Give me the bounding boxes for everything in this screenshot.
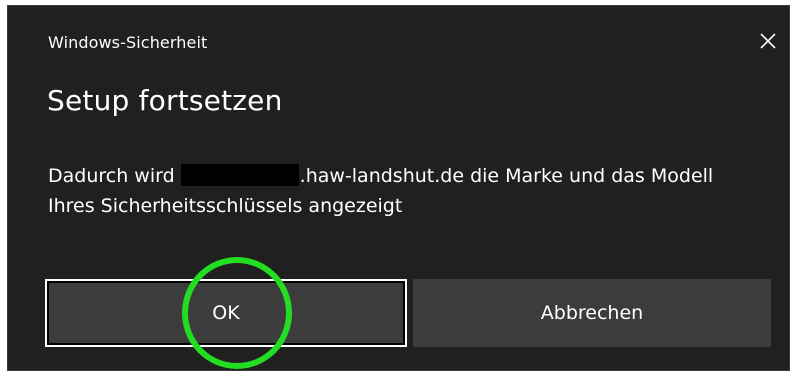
cancel-button-label: Abbrechen <box>540 302 644 324</box>
message-text-before: Dadurch wird <box>48 165 175 187</box>
ok-button-label: OK <box>212 302 240 324</box>
windows-security-dialog: Windows-Sicherheit Setup fortsetzen Dadu… <box>7 5 790 371</box>
close-button[interactable] <box>753 24 783 58</box>
dialog-message: Dadurch wird .haw-landshut.de die Marke u… <box>48 161 748 221</box>
dialog-heading: Setup fortsetzen <box>47 84 283 117</box>
window-title: Windows-Sicherheit <box>48 33 208 52</box>
screenshot-frame: Windows-Sicherheit Setup fortsetzen Dadu… <box>0 0 797 376</box>
redacted-block <box>180 164 299 186</box>
cancel-button[interactable]: Abbrechen <box>413 279 771 347</box>
close-icon <box>760 33 776 49</box>
ok-button[interactable]: OK <box>45 279 407 347</box>
